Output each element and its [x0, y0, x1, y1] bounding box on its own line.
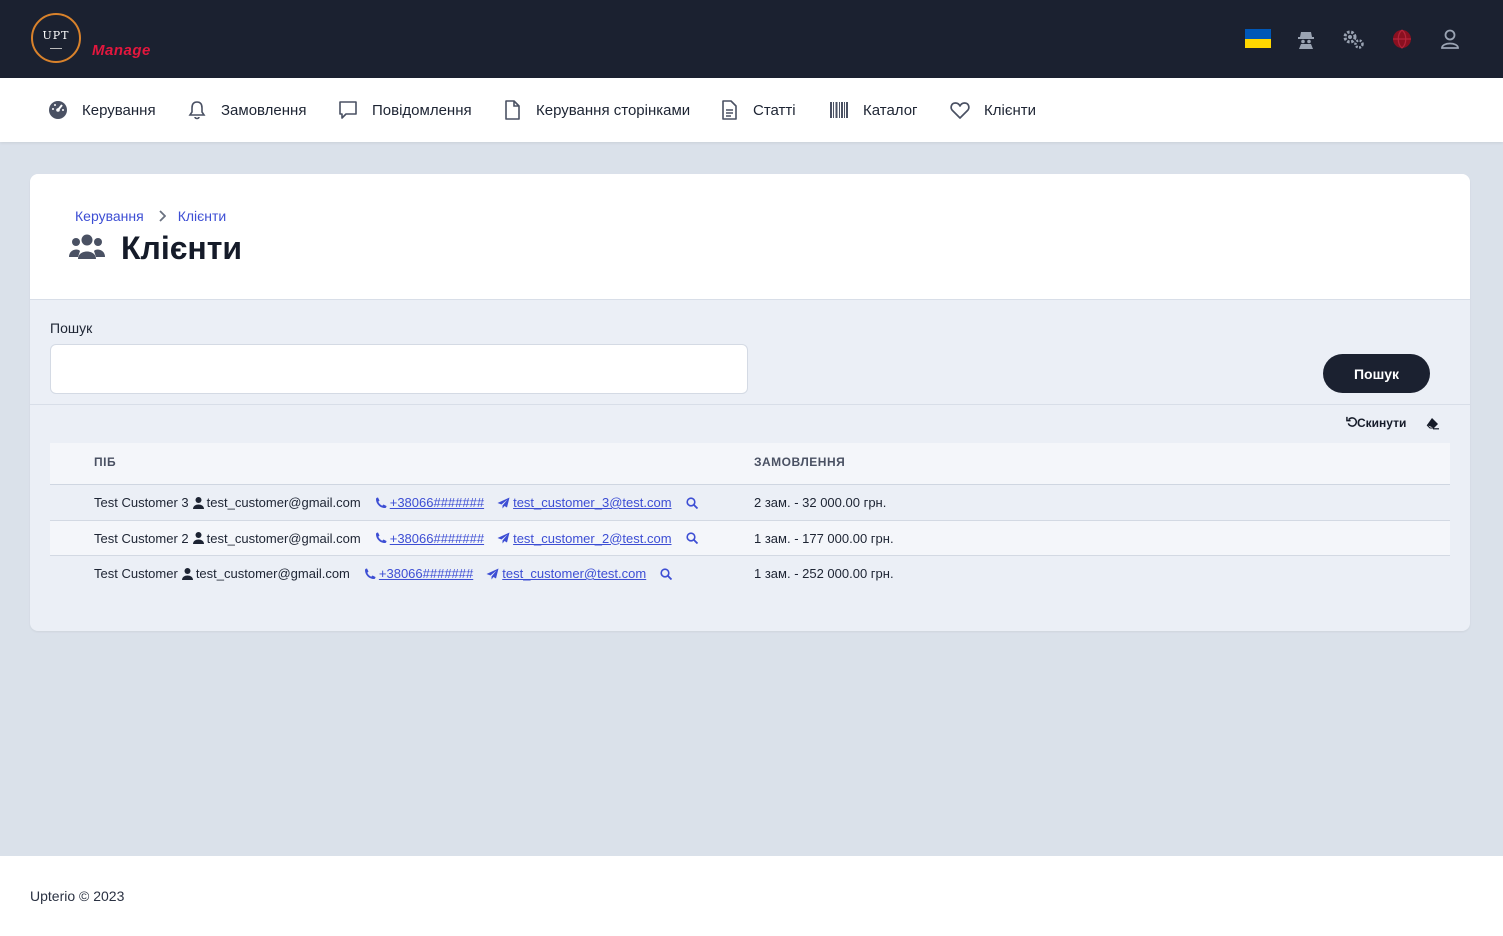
divider	[30, 404, 1470, 405]
phone-icon	[364, 568, 376, 579]
breadcrumb: Керування Клієнти	[75, 208, 226, 224]
email-link[interactable]: test_customer_3@test.com	[497, 495, 672, 510]
table-row: Test Customer 3 test_customer@gmail.com …	[50, 485, 1450, 521]
heart-icon	[949, 99, 971, 121]
customer-name: Test Customer 2	[94, 530, 189, 546]
logo-text: UPT	[42, 29, 70, 42]
nav-label: Керування	[82, 101, 156, 119]
nav-label: Клієнти	[984, 101, 1037, 119]
customer-username: test_customer@gmail.com	[195, 566, 350, 581]
card-header: Керування Клієнти Клієнти	[30, 174, 1470, 300]
paper-plane-icon	[486, 568, 499, 579]
phone-icon	[375, 497, 387, 508]
nav-item-clients[interactable]: Клієнти	[949, 78, 1036, 142]
brand-manage-label: Manage	[92, 42, 151, 59]
upt-logo[interactable]: UPT	[31, 13, 81, 63]
name-cell: Test Customer 2 test_customer@gmail.com …	[94, 531, 698, 546]
user-icon	[192, 532, 204, 544]
nav-label: Каталог	[863, 101, 918, 119]
page-title: Клієнти	[121, 230, 243, 266]
clients-card: Керування Клієнти Клієнти Пошук Пошук Ск…	[30, 174, 1470, 631]
table-row: Test Customer test_customer@gmail.com +3…	[50, 556, 1450, 592]
nav-label: Замовлення	[221, 101, 307, 119]
nav-item-messages[interactable]: Повідомлення	[337, 78, 472, 142]
search-input[interactable]	[50, 344, 748, 394]
nav-item-pages[interactable]: Керування сторінками	[501, 78, 690, 142]
phone-link[interactable]: +38066#######	[364, 566, 473, 581]
customer-username: test_customer@gmail.com	[206, 495, 361, 510]
users-icon	[69, 231, 105, 266]
search-icon[interactable]	[685, 496, 698, 509]
name-cell: Test Customer 3 test_customer@gmail.com …	[94, 495, 698, 510]
paper-plane-icon	[497, 532, 510, 544]
customer-name: Test Customer	[94, 566, 178, 581]
spy-icon[interactable]	[1295, 28, 1317, 50]
user-icon	[192, 496, 204, 509]
globe-icon[interactable]	[1391, 28, 1413, 50]
chevron-right-icon	[158, 210, 166, 222]
email-link[interactable]: test_customer_2@test.com	[497, 531, 672, 546]
name-cell: Test Customer test_customer@gmail.com +3…	[94, 566, 673, 581]
nav-item-articles[interactable]: Статті	[718, 78, 796, 142]
reset-label: Скинути	[1357, 416, 1407, 430]
nav-item-orders[interactable]: Замовлення	[186, 78, 306, 142]
undo-icon	[1346, 416, 1358, 430]
dashboard-icon	[47, 99, 69, 121]
nav-item-dashboard[interactable]: Керування	[47, 78, 156, 142]
orders-cell: 2 зам. - 32 000.00 грн.	[754, 495, 887, 510]
message-icon	[337, 99, 359, 121]
file-text-icon	[718, 99, 740, 121]
phone-link[interactable]: +38066#######	[375, 531, 484, 546]
footer-copyright: Upterio © 2023	[30, 888, 125, 904]
reset-button[interactable]: Скинути	[1346, 416, 1406, 430]
search-label: Пошук	[50, 320, 93, 336]
bell-icon	[186, 99, 208, 121]
search-button[interactable]: Пошук	[1323, 354, 1430, 393]
column-header-orders[interactable]: ЗАМОВЛЕННЯ	[754, 455, 845, 469]
search-icon[interactable]	[685, 532, 698, 544]
customer-name: Test Customer 3	[94, 495, 189, 510]
file-icon	[501, 99, 523, 121]
phone-icon	[375, 532, 387, 543]
search-icon[interactable]	[660, 567, 673, 580]
phone-link[interactable]: +38066#######	[375, 495, 484, 510]
customer-username: test_customer@gmail.com	[206, 530, 361, 546]
nav-item-catalog[interactable]: Каталог	[828, 78, 918, 142]
table-header: ПІБ ЗАМОВЛЕННЯ	[50, 443, 1450, 485]
breadcrumb-link-clients[interactable]: Клієнти	[178, 208, 227, 224]
paper-plane-icon	[497, 497, 510, 508]
ukraine-flag-icon[interactable]	[1245, 29, 1271, 48]
page-title-row: Клієнти	[69, 230, 242, 267]
clients-table: ПІБ ЗАМОВЛЕННЯ Test Customer 3 test_cust…	[50, 443, 1450, 592]
nav-label: Керування сторінками	[536, 101, 691, 119]
top-bar: UPT Manage	[0, 0, 1503, 78]
logo-line	[50, 48, 62, 49]
breadcrumb-link-dashboard[interactable]: Керування	[75, 208, 144, 224]
footer: Upterio © 2023	[0, 856, 1503, 936]
user-icon[interactable]	[1439, 28, 1461, 50]
table-row: Test Customer 2 test_customer@gmail.com …	[50, 520, 1450, 556]
orders-cell: 1 зам. - 252 000.00 грн.	[754, 566, 894, 581]
email-link[interactable]: test_customer@test.com	[486, 566, 646, 581]
orders-cell: 1 зам. - 177 000.00 грн.	[754, 530, 894, 546]
column-header-name[interactable]: ПІБ	[94, 455, 116, 469]
main-nav: Керування Замовлення Повідомлення Керува…	[0, 78, 1503, 142]
user-icon	[181, 567, 193, 580]
barcode-icon	[828, 99, 850, 121]
eraser-icon[interactable]	[1426, 416, 1440, 430]
nav-label: Повідомлення	[372, 101, 472, 119]
gears-icon[interactable]	[1342, 28, 1364, 50]
nav-label: Статті	[753, 101, 796, 119]
